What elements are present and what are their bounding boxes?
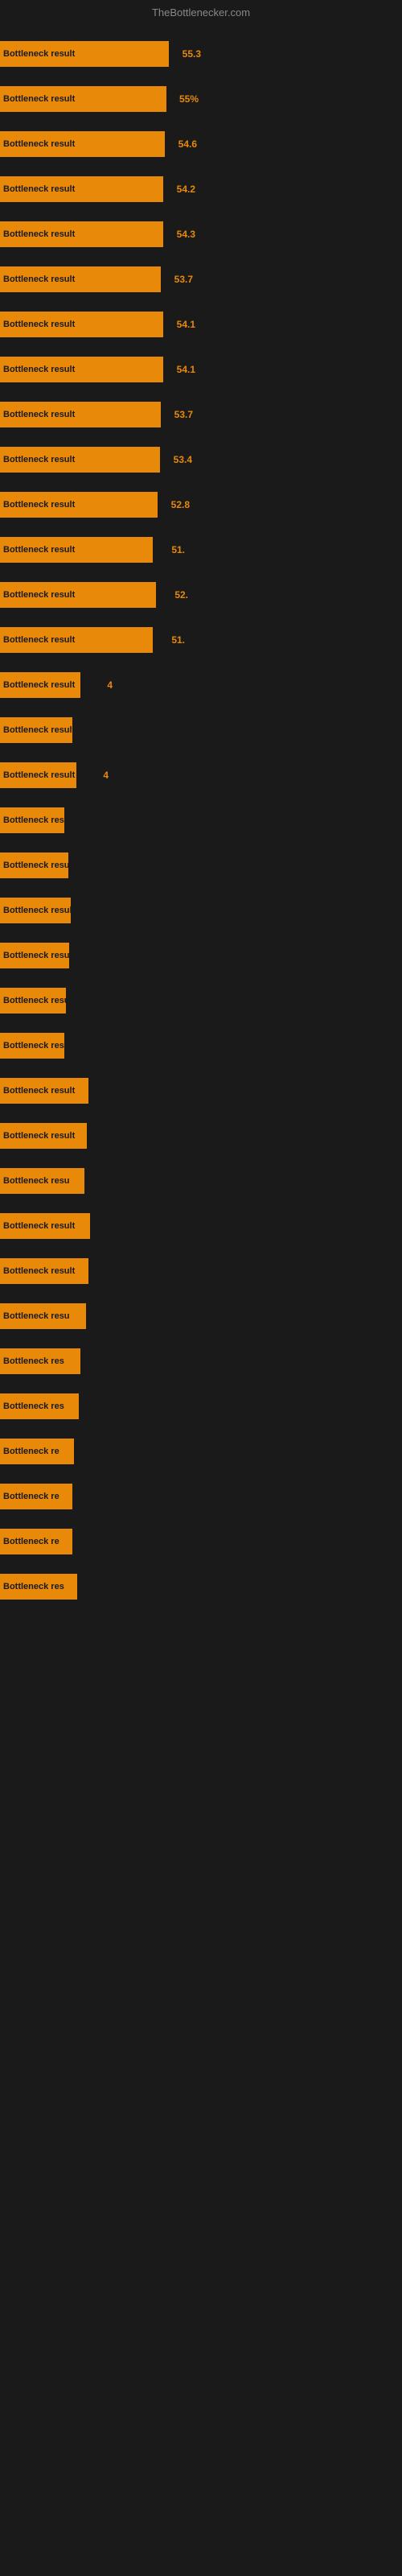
bar-row: Bottleneck result 54.1 [0,355,402,384]
bar-label: Bottleneck result [3,500,75,510]
bar-value: 55% [179,93,199,105]
bar-row: Bottleneck result [0,1121,402,1150]
bar-label: Bottleneck result [3,229,75,239]
bar-value: 52. [174,589,188,601]
bar-label: Bottleneck result [3,139,75,149]
bar-value: 54.3 [177,229,195,240]
bar-label: Bottleneck res [3,1356,64,1366]
bar-label: Bottleneck result [3,410,75,419]
bar-label: Bottleneck res [3,1582,64,1591]
bar-label: Bottleneck result [3,725,75,735]
bar-value: 55.3 [183,48,201,60]
bar-row: Bottleneck result 53.4 [0,445,402,474]
bar-row: Bottleneck result 54.3 [0,220,402,249]
bar-label: Bottleneck result [3,906,75,915]
bar-value: 4 [103,770,109,781]
bar-row: Bottleneck result 4 [0,671,402,700]
bar-label: Bottleneck result [3,770,75,780]
bar-label: Bottleneck resu [3,1311,70,1321]
bar-row: Bottleneck result 54.2 [0,175,402,204]
site-title: TheBottlenecker.com [0,0,402,22]
bar-row: Bottleneck re [0,1437,402,1466]
bar-label: Bottleneck result [3,951,75,960]
bar-row: Bottleneck result 54.6 [0,130,402,159]
bar-label: Bottleneck re [3,1492,59,1501]
bar-label: Bottleneck result [3,320,75,329]
bar-row: Bottleneck resu [0,1166,402,1195]
bar-value: 51. [171,634,185,646]
bar-value: 4 [107,679,113,691]
bar-label: Bottleneck result [3,94,75,104]
bar-row: Bottleneck result [0,851,402,880]
bar-row: Bottleneck result 52. [0,580,402,609]
bar-label: Bottleneck result [3,635,75,645]
bar-label: Bottleneck result [3,455,75,464]
bar-label: Bottleneck result [3,680,75,690]
bar-row: Bottleneck result 51. [0,625,402,654]
bar-label: Bottleneck result [3,184,75,194]
bar-row: Bottleneck result 53.7 [0,265,402,294]
bar-row: Bottleneck result 55.3 [0,39,402,68]
bar-label: Bottleneck resu [3,1176,70,1186]
bar-label: Bottleneck result [3,1131,75,1141]
bars-container: Bottleneck result 55.3 Bottleneck result 55… [0,22,402,1606]
bar-label: Bottleneck result [3,996,75,1005]
bar-label: Bottleneck result [3,1221,75,1231]
bar-row: Bottleneck result [0,896,402,925]
bar-value: 53.4 [174,454,192,465]
bar-row: Bottleneck result 51. [0,535,402,564]
bar-row: Bottleneck result [0,1031,402,1060]
bar-row: Bottleneck result [0,1076,402,1105]
bar-row: Bottleneck res [0,1572,402,1601]
bar-label: Bottleneck result [3,1086,75,1096]
bar-row: Bottleneck result [0,941,402,970]
bar-label: Bottleneck result [3,275,75,284]
bar-value: 54.6 [178,138,197,150]
bar-value: 53.7 [174,274,193,285]
bar-row: Bottleneck result 53.7 [0,400,402,429]
bar-row: Bottleneck result [0,806,402,835]
bar-row: Bottleneck resu [0,1302,402,1331]
bar-row: Bottleneck re [0,1527,402,1556]
bar-row: Bottleneck result 52.8 [0,490,402,519]
bar-row: Bottleneck result 54.1 [0,310,402,339]
bar-label: Bottleneck re [3,1537,59,1546]
bar-label: Bottleneck result [3,1041,75,1051]
bar-label: Bottleneck result [3,590,75,600]
bar-value: 54.2 [177,184,195,195]
bar-label: Bottleneck result [3,545,75,555]
bar-label: Bottleneck re [3,1447,59,1456]
bar-row: Bottleneck re [0,1482,402,1511]
bar-row: Bottleneck result 4 [0,761,402,790]
bar-value: 52.8 [171,499,190,510]
bar-row: Bottleneck result [0,1212,402,1241]
bar-label: Bottleneck result [3,815,75,825]
bar-value: 51. [171,544,185,555]
bar-row: Bottleneck result [0,986,402,1015]
bar-row: Bottleneck result [0,716,402,745]
bar-label: Bottleneck result [3,365,75,374]
bar-row: Bottleneck result 55% [0,85,402,114]
bar-value: 54.1 [177,364,195,375]
bar-row: Bottleneck result [0,1257,402,1286]
bar-value: 53.7 [174,409,193,420]
bar-row: Bottleneck res [0,1347,402,1376]
bar-label: Bottleneck result [3,861,75,870]
bar-row: Bottleneck res [0,1392,402,1421]
bar-label: Bottleneck res [3,1402,64,1411]
bar-label: Bottleneck result [3,1266,75,1276]
bar-label: Bottleneck result [3,49,75,59]
bar-value: 54.1 [177,319,195,330]
